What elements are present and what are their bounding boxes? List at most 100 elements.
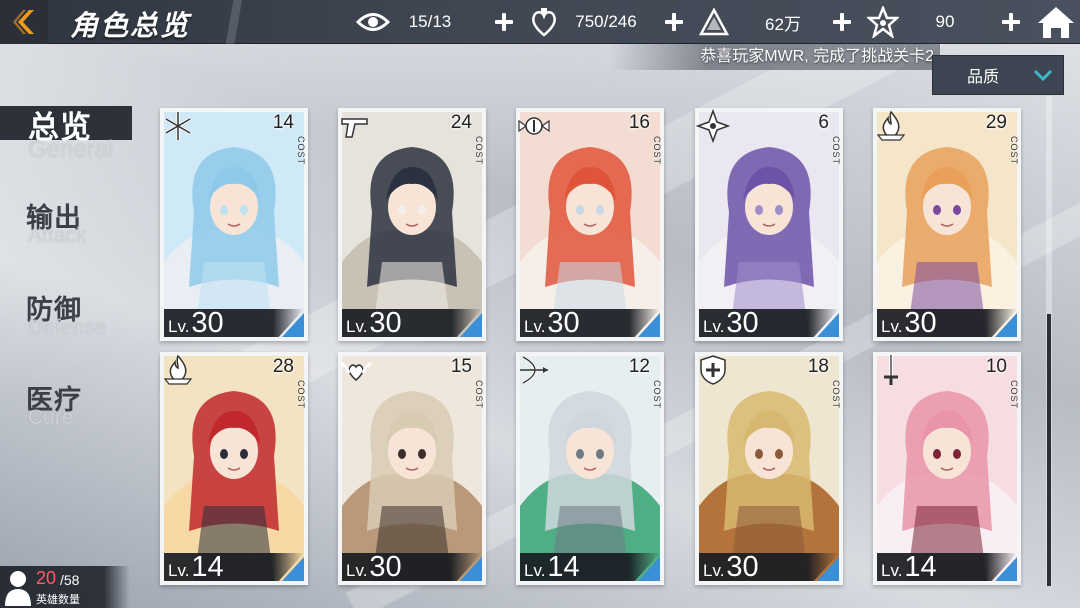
cost-value: 24 xyxy=(450,112,472,133)
hero-count-panel: 20 /58 英雄数量 xyxy=(0,566,130,608)
bow-icon xyxy=(516,352,552,388)
star-gem-icon xyxy=(866,5,900,39)
level-display: Lv. 30 xyxy=(703,551,759,583)
flame-emblem-icon xyxy=(873,108,909,144)
sword-icon xyxy=(873,352,909,388)
character-card[interactable]: 29 COST Lv. 30 xyxy=(873,108,1021,341)
cost-label: COST xyxy=(1009,380,1019,410)
sort-dropdown[interactable]: 品质 xyxy=(932,55,1064,95)
level-prefix: Lv. xyxy=(168,317,190,336)
level-value: 30 xyxy=(547,307,580,339)
hero-count-max: /58 xyxy=(60,572,80,588)
resource-value: 90 xyxy=(935,12,955,31)
page-title: 角色总览 xyxy=(70,9,191,42)
hero-count-label: 英雄数量 xyxy=(36,594,80,606)
level-prefix: Lv. xyxy=(881,561,903,580)
level-value: 30 xyxy=(369,307,402,339)
resource-potion: 750/246 xyxy=(527,0,651,44)
level-display: Lv. 30 xyxy=(346,551,402,583)
character-card[interactable]: 15 COST Lv. 30 xyxy=(338,352,486,585)
add-gem-button[interactable] xyxy=(998,9,1024,35)
back-arrow-icon xyxy=(13,10,34,34)
character-portrait xyxy=(699,356,839,581)
cost-label: COST xyxy=(474,380,484,410)
cost-value: 15 xyxy=(450,356,472,377)
tab-sublabel: Defense xyxy=(28,316,107,339)
cost-label: COST xyxy=(652,380,662,410)
character-portrait xyxy=(877,112,1017,337)
character-card[interactable]: 18 COST Lv. 30 xyxy=(695,352,843,585)
tab-attack[interactable]: 输出 Attack xyxy=(0,196,140,247)
character-card[interactable]: 24 COST Lv. 30 xyxy=(338,108,486,341)
character-card[interactable]: 12 COST Lv. 14 xyxy=(516,352,664,585)
hero-count-current: 20 xyxy=(36,568,57,588)
cost-value: 6 xyxy=(818,112,829,133)
character-card[interactable]: 10 COST Lv. 14 xyxy=(873,352,1021,585)
tab-general[interactable]: 总览 General xyxy=(0,106,140,163)
resource-value: 62万 xyxy=(765,14,801,34)
winged-emblem-icon xyxy=(516,108,552,144)
level-prefix: Lv. xyxy=(524,317,546,336)
top-bar: 角色总览 15/13 750/246 62万 90 xyxy=(0,0,1080,44)
level-value: 30 xyxy=(369,551,402,583)
home-icon[interactable] xyxy=(1036,4,1076,40)
level-display: Lv. 14 xyxy=(168,551,224,583)
character-card[interactable]: 28 COST Lv. 14 xyxy=(160,352,308,585)
level-value: 14 xyxy=(191,551,224,583)
cost-value: 29 xyxy=(985,112,1007,133)
tab-cure[interactable]: 医疗 Cure xyxy=(0,378,140,429)
game-screen: 角色总览 15/13 750/246 62万 90 恭喜玩家MWR, 完成了挑战… xyxy=(0,0,1080,608)
level-value: 14 xyxy=(547,551,580,583)
character-portrait xyxy=(164,356,304,581)
cost-label: COST xyxy=(831,136,841,166)
cost-value: 16 xyxy=(628,112,650,133)
level-value: 30 xyxy=(904,307,937,339)
resource-value: 750/246 xyxy=(575,12,637,31)
level-value: 14 xyxy=(904,551,937,583)
level-display: Lv. 14 xyxy=(524,551,580,583)
level-value: 30 xyxy=(726,307,759,339)
add-crystal-button[interactable] xyxy=(829,9,855,35)
eye-icon xyxy=(356,5,390,39)
tab-sublabel: Attack xyxy=(28,224,87,247)
character-portrait xyxy=(342,356,482,581)
character-portrait xyxy=(520,112,660,337)
tab-sublabel: General xyxy=(28,136,114,163)
level-prefix: Lv. xyxy=(524,561,546,580)
cost-label: COST xyxy=(1009,136,1019,166)
character-portrait xyxy=(877,356,1017,581)
scrollbar-thumb[interactable] xyxy=(1047,314,1051,586)
snowflake-icon xyxy=(160,108,196,144)
pistol-icon xyxy=(338,108,374,144)
cost-value: 28 xyxy=(272,356,294,377)
flame-emblem-icon xyxy=(160,352,196,388)
character-card[interactable]: 6 COST Lv. 30 xyxy=(695,108,843,341)
level-value: 30 xyxy=(191,307,224,339)
tab-sublabel: Cure xyxy=(28,406,74,429)
level-prefix: Lv. xyxy=(703,561,725,580)
level-value: 30 xyxy=(726,551,759,583)
back-button[interactable] xyxy=(0,0,48,44)
character-portrait xyxy=(520,356,660,581)
character-card[interactable]: 14 COST Lv. 30 xyxy=(160,108,308,341)
title-decoration xyxy=(210,0,260,44)
level-prefix: Lv. xyxy=(346,317,368,336)
shield-cross-icon xyxy=(695,352,731,388)
add-stamina-button[interactable] xyxy=(491,9,517,35)
cost-label: COST xyxy=(474,136,484,166)
add-potion-button[interactable] xyxy=(661,9,687,35)
level-display: Lv. 14 xyxy=(881,551,937,583)
crystal-icon xyxy=(697,5,731,39)
resource-crystal: 62万 xyxy=(697,0,835,44)
heart-wings-icon xyxy=(338,352,374,388)
cost-label: COST xyxy=(831,380,841,410)
chevron-down-icon xyxy=(1033,69,1053,82)
level-display: Lv. 30 xyxy=(703,307,759,339)
cost-value: 12 xyxy=(628,356,650,377)
shuriken-icon xyxy=(695,108,731,144)
heart-potion-icon xyxy=(527,5,561,39)
tab-defense[interactable]: 防御 Defense xyxy=(0,288,140,339)
cost-label: COST xyxy=(296,380,306,410)
cost-value: 10 xyxy=(985,356,1007,377)
character-card[interactable]: 16 COST Lv. 30 xyxy=(516,108,664,341)
